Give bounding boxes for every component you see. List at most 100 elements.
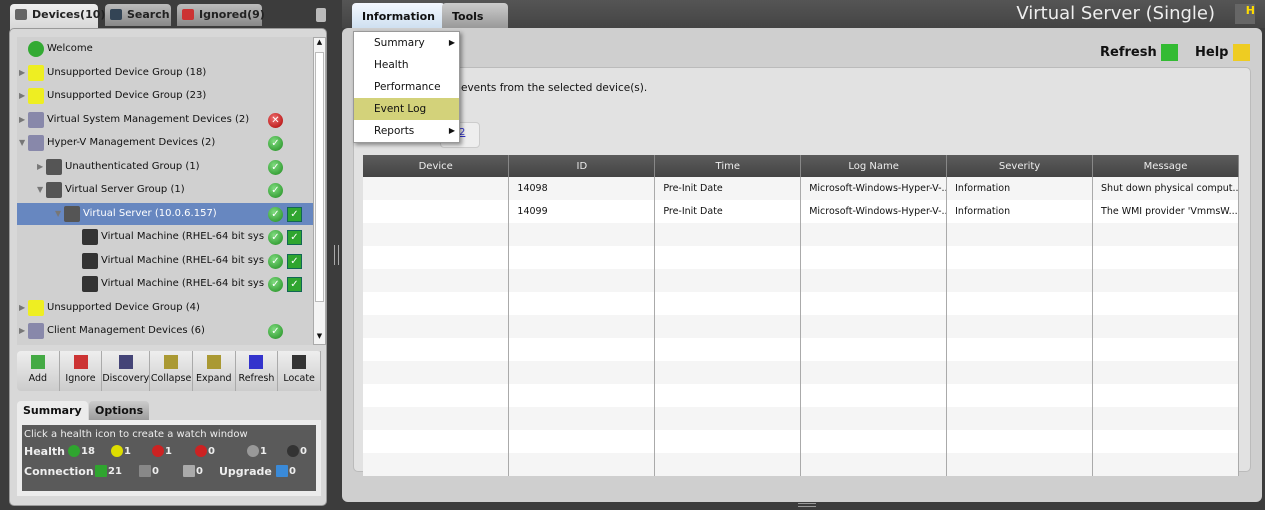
ignore-button[interactable]: Ignore xyxy=(60,351,103,391)
connection-ok-icon[interactable]: ✓ xyxy=(287,230,302,245)
table-row[interactable]: 14099 Pre-Init Date Microsoft-Windows-Hype… xyxy=(363,200,1239,223)
health-ok-icon[interactable]: ✓ xyxy=(268,136,283,151)
tab-information[interactable]: Information xyxy=(352,3,445,28)
menu-item-summary[interactable]: Summary ▶ xyxy=(354,32,459,54)
expand-button[interactable]: Expand xyxy=(193,351,236,391)
table-cell xyxy=(363,338,510,361)
tree-item[interactable]: ▼ Virtual Server (10.0.6.157) ✓ ✓ xyxy=(17,202,313,225)
tree-item[interactable]: ▶ Virtual System Management Devices (2) ✕ xyxy=(17,109,313,131)
health-warning[interactable]: 1 xyxy=(111,445,131,457)
tree-item[interactable]: ▼ Virtual Server Group (1) ✓ xyxy=(17,179,313,201)
health-error[interactable]: 1 xyxy=(152,445,172,457)
expander-icon[interactable]: ▶ xyxy=(37,156,43,178)
connection-ok-icon[interactable]: ✓ xyxy=(287,253,302,269)
collapse-button[interactable]: Collapse xyxy=(150,351,193,391)
health-ok-icon[interactable]: ✓ xyxy=(268,253,283,269)
menu-item-performance[interactable]: Performance xyxy=(354,76,459,98)
tab-search[interactable]: Search xyxy=(105,4,171,26)
health-ok-icon[interactable]: ✓ xyxy=(268,230,283,245)
binoculars-icon xyxy=(110,9,122,20)
menu-item-health[interactable]: Health xyxy=(354,54,459,76)
collapse-icon xyxy=(164,355,179,369)
scroll-up-icon[interactable]: ▲ xyxy=(314,38,325,50)
column-header[interactable]: Severity xyxy=(946,155,1094,177)
help-label: Help xyxy=(1195,45,1229,60)
column-header[interactable]: Message xyxy=(1092,155,1239,177)
count: 0 xyxy=(208,446,215,457)
tree-item[interactable]: Virtual Machine (RHEL-64 bit sys ✓ ✓ xyxy=(17,226,313,248)
scroll-thumb[interactable] xyxy=(315,52,324,302)
tab-options[interactable]: Options xyxy=(89,401,150,421)
tree-item[interactable]: Virtual Machine (RHEL-64 bit sys ✓ ✓ xyxy=(17,273,313,295)
question-icon xyxy=(28,299,44,316)
refresh-button[interactable]: Refresh xyxy=(236,351,279,391)
column-header[interactable]: Log Name xyxy=(800,155,948,177)
submenu-arrow-icon: ▶ xyxy=(448,38,455,47)
splitter-handle[interactable] xyxy=(334,245,339,265)
pin-icon[interactable] xyxy=(316,8,326,22)
upgrade-count[interactable]: 0 xyxy=(276,465,296,477)
device-panel: Welcome ▶ Unsupported Device Group (18) ▶ Un… xyxy=(9,28,327,506)
health-ok-icon[interactable]: ✓ xyxy=(268,206,283,222)
expander-icon[interactable]: ▶ xyxy=(19,320,25,342)
tab-tools[interactable]: Tools xyxy=(442,3,508,28)
expander-icon[interactable]: ▶ xyxy=(19,297,25,319)
health-ok-icon[interactable]: ✓ xyxy=(268,324,283,339)
health-unknown[interactable]: 1 xyxy=(247,445,267,457)
tree-item[interactable]: ▶ Unsupported Device Group (18) xyxy=(17,62,313,84)
health-critical[interactable]: 0 xyxy=(195,445,215,457)
tree-item[interactable]: Virtual Machine (RHEL-64 bit sys ✓ ✓ xyxy=(17,250,313,272)
unknown-icon xyxy=(247,445,259,457)
vm-icon xyxy=(82,229,98,245)
scroll-down-icon[interactable]: ▼ xyxy=(314,332,325,344)
health-ok-icon[interactable]: ✓ xyxy=(268,159,283,175)
table-cell xyxy=(654,338,802,361)
count: 0 xyxy=(289,466,296,477)
tab-devices[interactable]: Devices(10) xyxy=(10,4,105,30)
tree-item[interactable]: ▶ Unsupported Device Group (23) xyxy=(17,85,313,107)
connection-broken[interactable]: 0 xyxy=(139,465,159,477)
expander-icon[interactable]: ▶ xyxy=(19,109,25,131)
connection-ok-icon[interactable]: ✓ xyxy=(287,277,302,292)
health-ok[interactable]: 18 xyxy=(68,445,95,457)
tab-ignored[interactable]: Ignored(9) xyxy=(177,4,265,26)
expander-icon[interactable]: ▼ xyxy=(19,132,25,154)
expander-icon[interactable]: ▶ xyxy=(19,62,25,84)
table-cell xyxy=(508,338,656,361)
column-header[interactable]: Device xyxy=(363,155,510,177)
tree-item[interactable]: ▼ Hyper-V Management Devices (2) ✓ xyxy=(17,132,313,154)
connection-ok-icon[interactable]: ✓ xyxy=(287,206,302,222)
refresh-button[interactable]: Refresh xyxy=(1100,44,1179,61)
health-offline[interactable]: 0 xyxy=(287,445,307,457)
tab-summary[interactable]: Summary xyxy=(17,401,88,421)
tree-item-label: Virtual System Management Devices (2) xyxy=(47,113,250,125)
health-ok-icon[interactable]: ✓ xyxy=(268,277,283,292)
connection-unknown[interactable]: 0 xyxy=(183,465,203,477)
help-button[interactable]: Help xyxy=(1195,44,1250,61)
health-ok-icon[interactable]: ✓ xyxy=(268,183,283,198)
tree-item[interactable]: Welcome xyxy=(17,38,313,60)
add-button[interactable]: Add xyxy=(17,351,60,391)
discovery-button[interactable]: Discovery xyxy=(102,351,151,391)
tree-scrollbar[interactable]: ▲ ▼ xyxy=(313,37,326,345)
table-cell xyxy=(363,384,510,407)
resize-handle[interactable] xyxy=(798,503,816,507)
locate-button[interactable]: Locate xyxy=(278,351,321,391)
table-row xyxy=(363,269,1239,292)
health-error-icon[interactable]: ✕ xyxy=(268,112,283,128)
connection-ok[interactable]: 21 xyxy=(95,465,122,477)
column-header[interactable]: ID xyxy=(508,155,656,177)
tree-item[interactable]: ▶ Unsupported Device Group (4) xyxy=(17,297,313,319)
table-cell xyxy=(1092,430,1239,453)
menu-item-event-log[interactable]: Event Log xyxy=(354,98,459,120)
offline-icon xyxy=(287,445,299,457)
tree-item[interactable]: ▶ Unauthenticated Group (1) ✓ xyxy=(17,156,313,178)
menu-item-reports[interactable]: Reports ▶ xyxy=(354,120,459,142)
tree-item[interactable]: ▶ Client Management Devices (6) ✓ xyxy=(17,320,313,342)
column-header[interactable]: Time xyxy=(654,155,802,177)
expander-icon[interactable]: ▼ xyxy=(55,203,61,225)
table-row xyxy=(363,223,1239,246)
expander-icon[interactable]: ▼ xyxy=(37,179,43,201)
expander-icon[interactable]: ▶ xyxy=(19,85,25,107)
table-row[interactable]: 14098 Pre-Init Date Microsoft-Windows-Hype… xyxy=(363,177,1239,200)
